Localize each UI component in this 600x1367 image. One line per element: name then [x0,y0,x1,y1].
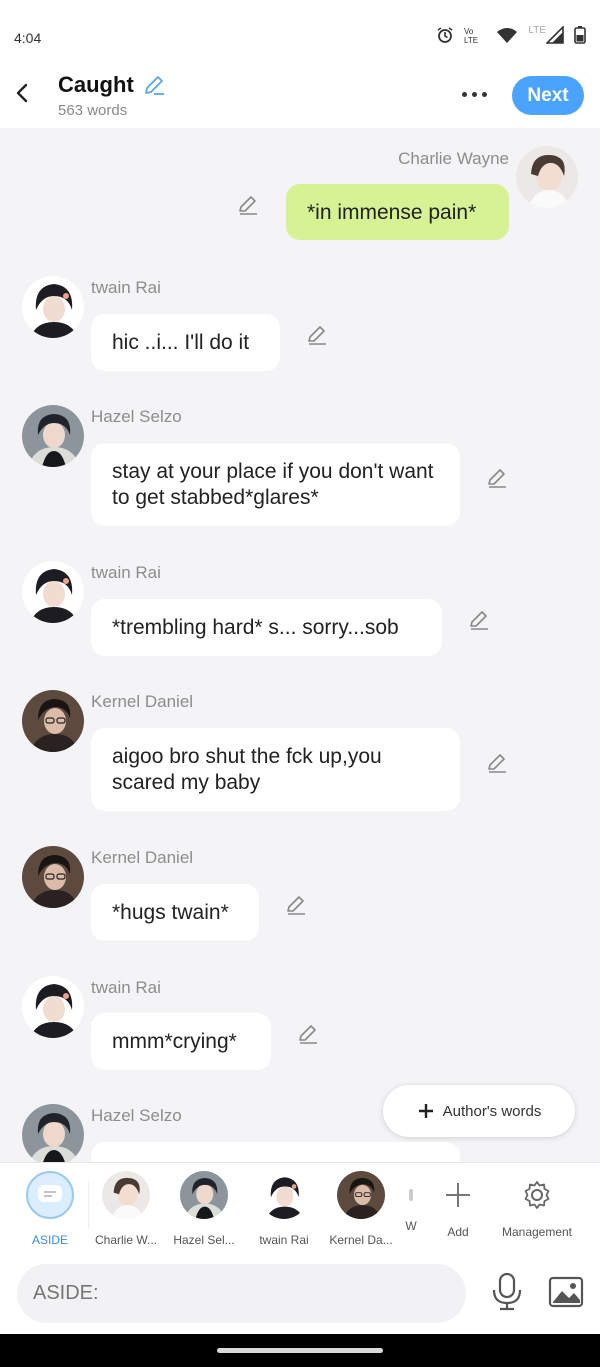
avatar-kernel-daniel[interactable] [22,690,84,752]
cast-aside[interactable]: ASIDE [11,1171,89,1247]
image-icon[interactable] [548,1276,584,1308]
lte-label: LTE [528,24,546,36]
avatar-twain-rai[interactable] [22,976,84,1038]
edit-message-icon[interactable] [237,194,259,216]
plus-icon [446,1183,470,1207]
management-label: Management [501,1225,573,1239]
avatar-hazel-selzo [180,1171,228,1219]
avatar-kernel-daniel[interactable] [22,846,84,908]
microphone-icon[interactable] [490,1272,524,1312]
avatar-charlie-wayne [102,1171,150,1219]
cast-twain-rai[interactable]: twain Rai [245,1171,323,1247]
message-left: twain Rai *trembling hard* s... sorry...… [0,544,600,664]
svg-text:Vo: Vo [464,27,474,36]
message-bubble[interactable] [91,1142,460,1162]
cast-hazel-selzo[interactable]: Hazel Sel... [165,1171,243,1247]
add-character-button[interactable]: Add [419,1171,497,1239]
management-circle [513,1171,561,1219]
aside-circle [26,1171,74,1219]
authors-words-button[interactable]: Author's words [383,1085,575,1137]
authors-words-label: Author's words [442,1102,542,1120]
next-button[interactable]: Next [512,76,584,115]
cast-label: Kernel Da... [329,1233,393,1247]
edit-message-icon[interactable] [486,752,508,774]
cast-label: twain Rai [259,1233,309,1247]
cast-bar: ASIDE Charlie W... Hazel Sel... twain Ra… [0,1162,600,1254]
message-bubble[interactable]: *in immense pain* [286,184,509,240]
cast-label: Charlie W... [94,1233,157,1247]
avatar-twain-rai [260,1171,308,1219]
header: Caught 563 words Next [0,70,600,128]
message-bubble[interactable]: *hugs twain* [91,884,259,941]
avatar-twain-rai[interactable] [22,561,84,623]
avatar-charlie-wayne[interactable] [516,146,578,208]
wifi-icon [497,28,518,43]
message-bubble[interactable]: hic ..i... I'll do it [91,314,280,371]
message-left: Kernel Daniel aigoo bro shut the fck up,… [0,673,600,823]
avatar-partial [409,1189,413,1201]
add-circle [434,1171,482,1219]
battery-icon [574,26,586,44]
gear-icon [524,1181,550,1209]
edit-message-icon[interactable] [306,324,328,346]
avatar-hazel-selzo[interactable] [22,1104,84,1162]
cast-label: ASIDE [31,1233,68,1247]
edit-message-icon[interactable] [285,894,307,916]
cast-kernel-daniel[interactable]: Kernel Da... [322,1171,400,1247]
chat-area[interactable]: Charlie Wayne *in immense pain* twain Ra… [0,128,600,1162]
alarm-icon [437,27,453,43]
message-left: Hazel Selzo stay at your place if you do… [0,388,600,538]
status-bar: 4:04 Vo LTE LTE [0,0,600,70]
edit-title-icon[interactable] [142,73,166,97]
title-row: Caught [58,72,166,98]
avatar-kernel-daniel [337,1171,385,1219]
cast-label: Hazel Sel... [173,1233,235,1247]
volte-icon: VoLTE [464,27,478,44]
back-icon[interactable] [12,82,34,104]
avatar-hazel-selzo[interactable] [22,405,84,467]
svg-text:LTE: LTE [464,36,478,44]
input-bar [0,1254,600,1334]
chat-bubble-icon [38,1185,62,1202]
message-bubble[interactable]: *trembling hard* s... sorry...sob [91,599,442,656]
message-bubble[interactable]: stay at your place if you don't want to … [91,443,460,526]
home-handle[interactable] [217,1348,383,1353]
word-count: 563 words [58,102,128,119]
edit-message-icon[interactable] [297,1023,319,1045]
edit-message-icon[interactable] [468,609,490,631]
sender-name: Hazel Selzo [91,1106,182,1125]
message-input[interactable] [17,1264,466,1323]
sender-name: twain Rai [91,978,161,997]
system-nav-bar [0,1334,600,1367]
avatar-twain-rai[interactable] [22,276,84,338]
sender-name: Hazel Selzo [91,407,182,426]
message-bubble[interactable]: mmm*crying* [91,1013,271,1070]
more-options-icon[interactable] [462,92,487,97]
signal-icon [546,26,564,44]
message-left: twain Rai mmm*crying* [0,959,600,1079]
message-right: Charlie Wayne *in immense pain* [0,128,600,248]
story-title[interactable]: Caught [58,72,134,98]
edit-message-icon[interactable] [486,467,508,489]
message-bubble[interactable]: aigoo bro shut the fck up,you scared my … [91,728,460,811]
message-left: Kernel Daniel *hugs twain* [0,829,600,949]
cast-charlie-wayne[interactable]: Charlie W... [87,1171,165,1247]
sender-name: twain Rai [91,278,161,297]
message-left: twain Rai hic ..i... I'll do it [0,258,600,378]
status-time: 4:04 [14,30,42,46]
management-button[interactable]: Management [495,1171,579,1239]
sender-name: Kernel Daniel [91,848,194,867]
plus-icon [418,1104,433,1118]
status-icons: Vo LTE LTE [436,24,586,44]
sender-name: Charlie Wayne [398,149,509,168]
add-label: Add [447,1225,469,1239]
sender-name: Kernel Daniel [91,692,194,711]
sender-name: twain Rai [91,563,161,582]
